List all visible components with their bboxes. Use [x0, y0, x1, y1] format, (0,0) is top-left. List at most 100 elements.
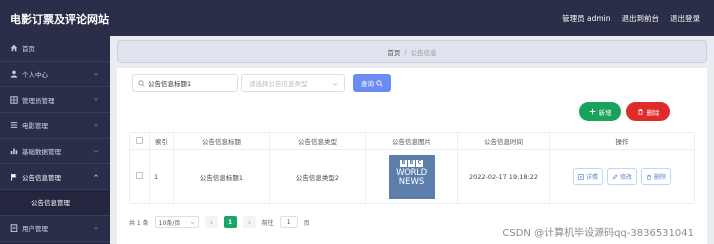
row-image-cell: BBC WORLD NEWS [365, 149, 458, 204]
page-suffix: 页 [303, 219, 310, 227]
breadcrumb-separator: / [404, 47, 407, 56]
image-text-line1: WORLD [396, 167, 427, 178]
pagination-total: 共 1 条 [129, 219, 149, 227]
sidebar-subitem-announcements[interactable]: 公告信息管理 [0, 190, 110, 216]
chevron-right-icon [248, 220, 251, 224]
plus-icon [589, 108, 595, 115]
sidebar-item-label: 个人中心 [22, 71, 48, 80]
list-icon [9, 121, 18, 130]
column-header: 操作 [549, 132, 695, 150]
column-header: 索引 [149, 132, 174, 150]
chevron-down-icon [93, 98, 99, 102]
document-icon [9, 224, 18, 233]
breadcrumb-current: 公告信息 [410, 48, 437, 57]
row-time: 2022-02-17 19:18:22 [457, 149, 550, 204]
delete-button[interactable]: 删除 [641, 168, 672, 185]
chevron-down-icon [93, 226, 99, 230]
grid-icon [9, 95, 18, 104]
sidebar-item-label: 公告信息管理 [31, 199, 70, 208]
announcement-image[interactable]: BBC WORLD NEWS [388, 154, 435, 199]
sidebar-item-label: 基础数据管理 [22, 148, 61, 157]
delete-button-label: 删除 [654, 174, 667, 181]
csdn-watermark: CSDN @计算机毕设源码qq-3836531041 [502, 228, 694, 239]
trash-icon [647, 174, 651, 180]
add-button[interactable]: 新增 [579, 102, 621, 121]
chevron-down-icon [93, 124, 99, 127]
query-button-label: 查询 [361, 80, 374, 88]
next-page-button[interactable] [242, 216, 256, 228]
column-header: 公告信息图片 [365, 132, 458, 150]
main-content: 首页 / 公告信息 公告信息标题1 请选择公告信息类型 查询 新增 删除 索引 … [110, 36, 714, 244]
user-icon [9, 70, 18, 79]
sidebar-item-profile[interactable]: 个人中心 [0, 62, 110, 88]
row-title: 公告信息标题1 [173, 149, 270, 204]
sidebar: 首页 个人中心 管理员管理 电影管理 基础数据管理 公告信息管理 公告信息管理 … [0, 36, 110, 244]
bulk-delete-button[interactable]: 删除 [626, 102, 670, 121]
current-page-button[interactable]: 1 [223, 216, 237, 228]
pagination: 共 1 条 10条/页 1 前往 1 页 [129, 215, 310, 229]
content-panel: 公告信息标题1 请选择公告信息类型 查询 新增 删除 索引 公告信息标题 公告信… [117, 68, 707, 244]
flag-icon [9, 172, 18, 181]
current-user-label: 管理员 admin [562, 14, 611, 23]
type-select-placeholder: 请选择公告信息类型 [249, 80, 308, 88]
sidebar-item-base-data[interactable]: 基础数据管理 [0, 139, 110, 165]
row-checkbox-cell[interactable] [129, 149, 150, 204]
type-select[interactable]: 请选择公告信息类型 [241, 74, 345, 92]
sidebar-item-movies[interactable]: 电影管理 [0, 113, 110, 139]
breadcrumb: 首页 / 公告信息 [117, 40, 707, 63]
edit-button-label: 修改 [619, 174, 632, 181]
edit-icon [612, 173, 618, 179]
chevron-down-icon [332, 83, 338, 86]
row-checkbox[interactable] [136, 172, 143, 179]
sidebar-item-label: 电影管理 [22, 122, 48, 131]
sidebar-item-label: 公告信息管理 [22, 173, 61, 182]
query-button[interactable]: 查询 [353, 74, 391, 92]
goto-label: 前往 [261, 219, 274, 227]
announcements-table: 索引 公告信息标题 公告信息类型 公告信息图片 公告信息时间 操作 1 公告信息… [129, 132, 695, 204]
search-icon [376, 79, 383, 87]
breadcrumb-home[interactable]: 首页 [387, 47, 400, 57]
select-all-checkbox[interactable] [136, 136, 143, 144]
edit-button[interactable]: 修改 [606, 168, 637, 185]
sidebar-item-users[interactable]: 用户管理 [0, 216, 110, 242]
page-size-select[interactable]: 10条/页 [154, 216, 199, 228]
prev-page-button[interactable] [204, 216, 218, 228]
search-value: 公告信息标题1 [148, 80, 192, 88]
select-all-checkbox-cell[interactable] [129, 132, 150, 150]
row-index: 1 [149, 149, 174, 204]
logout-link[interactable]: 退出登录 [670, 13, 700, 24]
title-search-input[interactable]: 公告信息标题1 [132, 74, 238, 92]
add-button-label: 新增 [598, 108, 612, 117]
table-row: 1 公告信息标题1 公告信息类型2 BBC WORLD NEWS 2022-02… [129, 149, 695, 204]
home-icon [9, 44, 18, 53]
image-text-line2: NEWS [398, 177, 425, 187]
row-operations: 详情 修改 删除 [549, 149, 695, 204]
chevron-up-icon [93, 174, 99, 178]
header-actions: 管理员 admin 退出到前台 退出登录 [562, 13, 700, 24]
bbc-logo: BBC [400, 159, 423, 167]
detail-button[interactable]: 详情 [572, 168, 603, 185]
goto-page-input[interactable]: 1 [279, 216, 298, 228]
detail-icon [578, 173, 584, 180]
column-header: 公告信息类型 [269, 132, 366, 150]
trash-icon [637, 109, 643, 115]
top-bar: 电影订票及评论网站 管理员 admin 退出到前台 退出登录 [0, 0, 714, 36]
sidebar-item-label: 管理员管理 [22, 96, 55, 105]
app-title: 电影订票及评论网站 [10, 13, 109, 26]
back-to-frontend-link[interactable]: 退出到前台 [622, 13, 660, 24]
bar-chart-icon [9, 147, 18, 156]
page-size-value: 10条/页 [158, 219, 181, 227]
chevron-down-icon [190, 221, 194, 224]
detail-button-label: 详情 [585, 174, 598, 181]
sidebar-item-admins[interactable]: 管理员管理 [0, 87, 110, 114]
column-header: 公告信息标题 [173, 132, 270, 150]
search-icon [138, 79, 145, 87]
chevron-left-icon [209, 220, 213, 224]
sidebar-item-home[interactable]: 首页 [0, 36, 110, 62]
bulk-delete-button-label: 删除 [646, 108, 660, 117]
sidebar-item-label: 用户管理 [22, 225, 48, 234]
sidebar-item-label: 首页 [22, 45, 35, 54]
sidebar-item-announcements[interactable]: 公告信息管理 [0, 164, 110, 191]
column-header: 公告信息时间 [457, 132, 550, 150]
table-header-row: 索引 公告信息标题 公告信息类型 公告信息图片 公告信息时间 操作 [129, 132, 695, 150]
